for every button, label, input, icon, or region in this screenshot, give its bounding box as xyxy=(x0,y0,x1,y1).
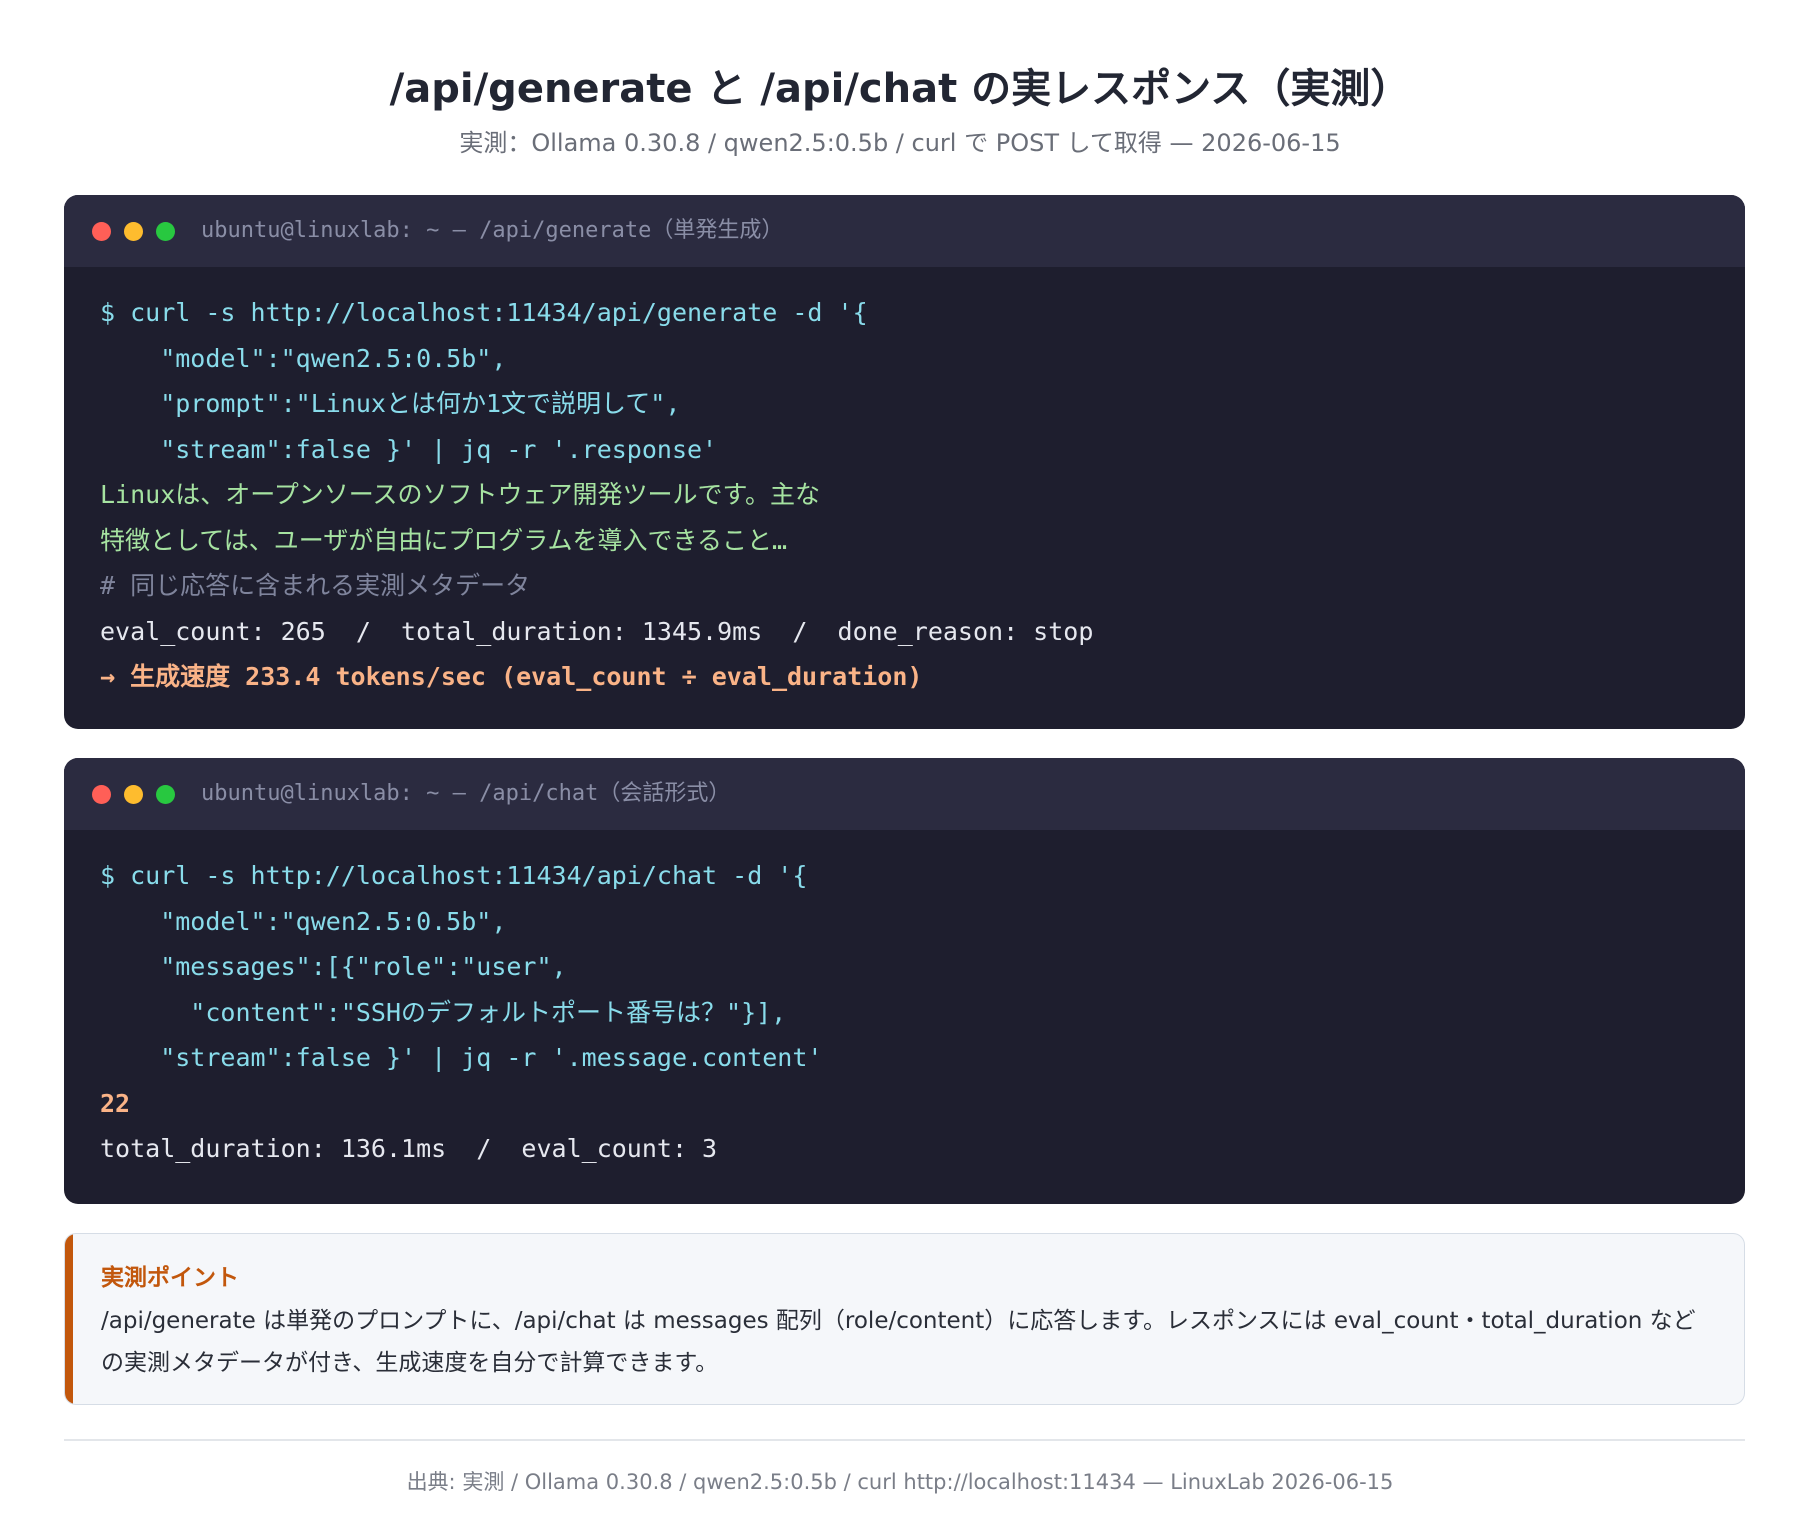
terminal-title: ubuntu@linuxlab: ~ — /api/generate（単発生成） xyxy=(201,218,784,243)
command-line: "stream":false }' | jq -r '.message.cont… xyxy=(100,1043,823,1072)
output-line: Linuxは、オープンソースのソフトウェア開発ツールです。主な xyxy=(100,480,821,509)
terminal-generate: ubuntu@linuxlab: ~ — /api/generate（単発生成）… xyxy=(64,195,1745,729)
terminal-title: ubuntu@linuxlab: ~ — /api/chat（会話形式） xyxy=(201,781,731,806)
maximize-dot-icon[interactable] xyxy=(156,222,175,241)
command-line: "prompt":"Linuxとは何か1文で説明して", xyxy=(100,389,681,418)
close-dot-icon[interactable] xyxy=(92,222,111,241)
speed-result-line: → 生成速度 233.4 tokens/sec (eval_count ÷ ev… xyxy=(100,662,923,691)
comment-line: # 同じ応答に含まれる実測メタデータ xyxy=(100,571,531,600)
callout-box: 実測ポイント /api/generate は単発のプロンプトに、/api/cha… xyxy=(64,1233,1745,1405)
page-subtitle: 実測：Ollama 0.30.8 / qwen2.5:0.5b / curl で… xyxy=(459,129,1341,157)
terminal-body[interactable]: $ curl -s http://localhost:11434/api/gen… xyxy=(100,290,1709,700)
close-dot-icon[interactable] xyxy=(92,785,111,804)
command-line: "model":"qwen2.5:0.5b", xyxy=(100,343,507,373)
callout-title: 実測ポイント xyxy=(101,1265,239,1291)
metadata-line: eval_count: 265 / total_duration: 1345.9… xyxy=(100,616,1094,646)
terminal-body[interactable]: $ curl -s http://localhost:11434/api/cha… xyxy=(100,853,1709,1172)
minimize-dot-icon[interactable] xyxy=(124,222,143,241)
answer-line: 22 xyxy=(100,1088,131,1118)
metadata-line: total_duration: 136.1ms / eval_count: 3 xyxy=(100,1134,718,1163)
command-line: "stream":false }' | jq -r '.response' xyxy=(100,434,718,464)
output-line: 特徴としては、ユーザが自由にプログラムを導入できること… xyxy=(100,525,788,555)
terminal-chat: ubuntu@linuxlab: ~ — /api/chat（会話形式） $ c… xyxy=(64,758,1745,1204)
command-line: "model":"qwen2.5:0.5b", xyxy=(100,906,507,936)
callout-accent-bar xyxy=(65,1234,73,1404)
terminal-titlebar: ubuntu@linuxlab: ~ — /api/generate（単発生成） xyxy=(64,195,1745,267)
minimize-dot-icon[interactable] xyxy=(124,785,143,804)
footer-source: 出典: 実測 / Ollama 0.30.8 / qwen2.5:0.5b / … xyxy=(406,1470,1394,1494)
command-line: "messages":[{"role":"user", xyxy=(100,952,567,981)
command-line: "content":"SSHのデフォルトポート番号は？"}], xyxy=(100,997,787,1027)
page-title: /api/generate と /api/chat の実レスポンス（実測） xyxy=(389,66,1411,112)
command-line: $ curl -s http://localhost:11434/api/cha… xyxy=(100,861,808,890)
divider xyxy=(64,1439,1745,1441)
command-line: $ curl -s http://localhost:11434/api/gen… xyxy=(100,298,868,327)
maximize-dot-icon[interactable] xyxy=(156,785,175,804)
terminal-titlebar: ubuntu@linuxlab: ~ — /api/chat（会話形式） xyxy=(64,758,1745,830)
callout-text: /api/generate は単発のプロンプトに、/api/chat は mes… xyxy=(101,1308,1696,1376)
